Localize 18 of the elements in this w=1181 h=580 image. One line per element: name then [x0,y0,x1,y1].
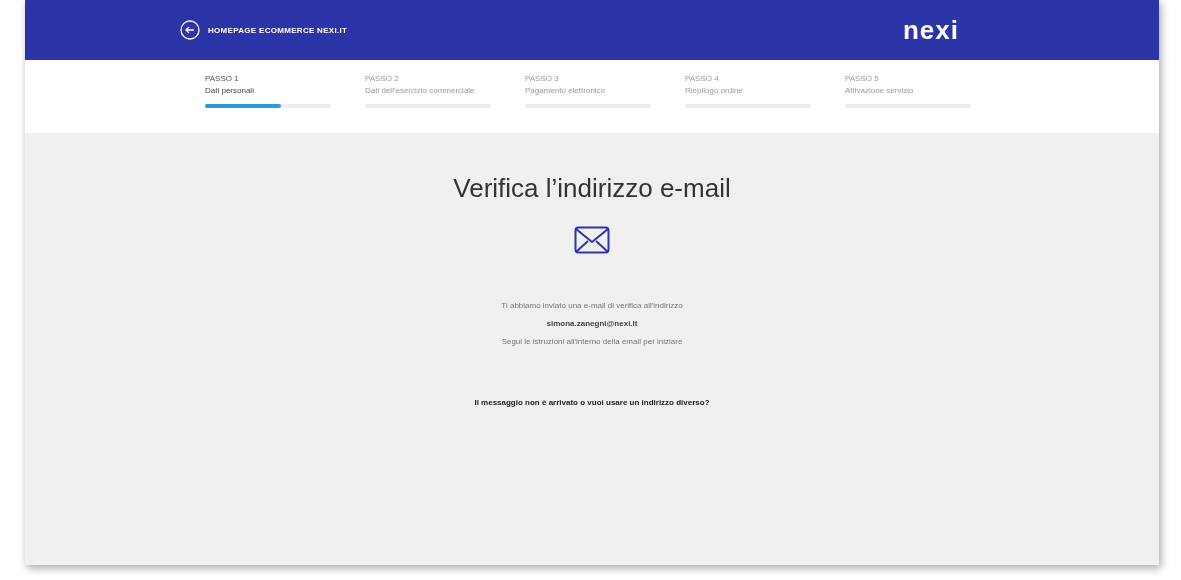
step-label: Pagamento elettronico [525,86,607,95]
step-number: PASSO 5 [845,74,880,83]
logo: nexi [902,14,959,46]
step-number: PASSO 2 [365,74,400,83]
step-number: PASSO 3 [525,74,560,83]
back-link[interactable]: HOMEPAGE ECOMMERCE NEXI.IT [180,20,348,40]
step-label: Dati personali [205,86,255,95]
step-number: PASSO 1 [205,74,240,83]
step-label: Attivazione servizio [845,86,915,95]
resend-link[interactable]: Il messaggio non è arrivato o vuoi usare un indirizzo diverso? [474,398,710,407]
instructions-text: Segui le istruzioni all'interno della email per iniziare [501,337,683,346]
page-title: Verifica l’indirizzo e-mail [453,173,731,204]
envelope-icon [574,226,610,254]
email-address: simona.zanegni@nexi.it [546,319,638,328]
step-label: Dati dell'esercizio commerciale [365,86,476,95]
step-number: PASSO 4 [685,74,720,83]
step-label: Riepilogo ordine [685,86,744,95]
message-text: Ti abbiamo inviato una e-mail di verifica all'indirizzo [501,301,683,310]
